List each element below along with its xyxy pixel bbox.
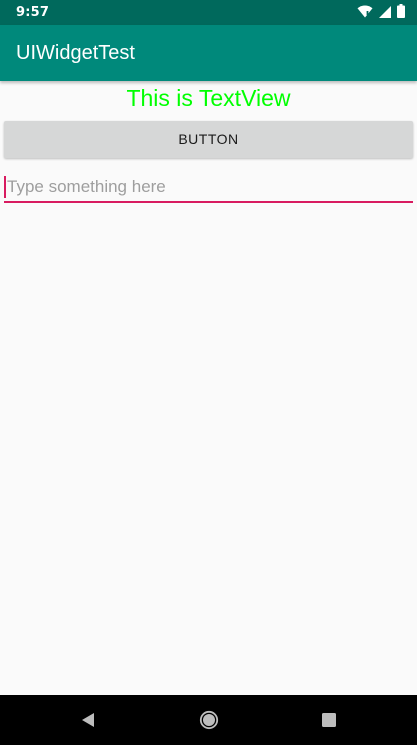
status-icons (357, 3, 405, 22)
text-view: This is TextView (126, 85, 291, 111)
battery-icon (397, 3, 405, 22)
app-bar: UIWidgetTest (0, 25, 417, 81)
wifi-icon (357, 3, 373, 22)
main-button[interactable]: BUTTON (4, 121, 413, 158)
app-title: UIWidgetTest (16, 41, 135, 64)
recents-icon[interactable] (318, 709, 340, 731)
back-icon[interactable] (77, 709, 99, 731)
edit-text-input[interactable] (7, 173, 411, 201)
text-cursor (4, 176, 6, 198)
navigation-bar (0, 695, 417, 745)
home-icon[interactable] (198, 709, 220, 731)
edit-text-underline (4, 201, 413, 203)
signal-icon (379, 3, 391, 22)
status-time: 9:57 (16, 5, 50, 20)
status-bar: 9:57 (0, 0, 417, 25)
main-content: This is TextView BUTTON (0, 81, 417, 695)
edit-text-container (4, 173, 413, 203)
